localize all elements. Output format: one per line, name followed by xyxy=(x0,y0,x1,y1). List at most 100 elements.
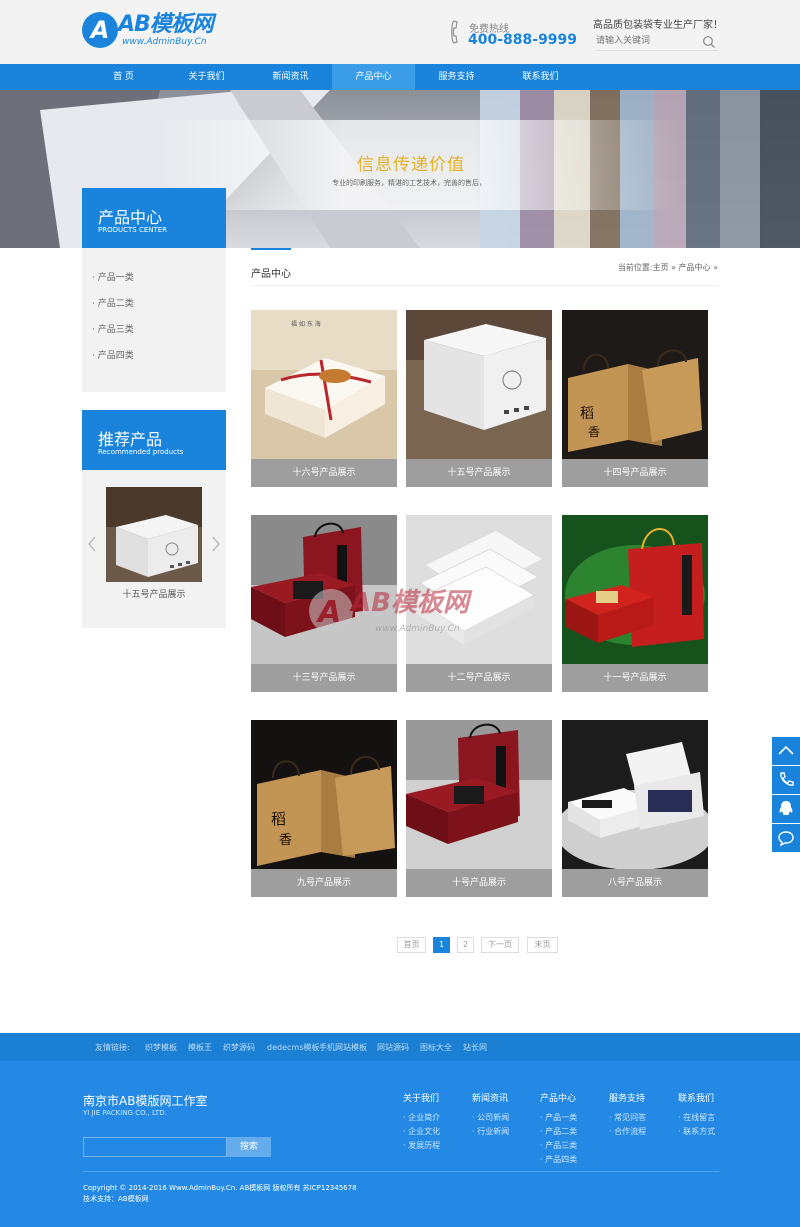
product-caption: 十六号产品展示 xyxy=(251,459,397,487)
banner-subtitle: 专业的印刷服务，精湛的工艺技术，完善的售后， xyxy=(332,179,486,187)
friend-link[interactable]: 织梦模板 xyxy=(145,1042,177,1053)
footer-search-button[interactable]: 搜索 xyxy=(227,1137,271,1157)
footer-link[interactable]: · 在线留言 xyxy=(678,1112,715,1126)
logo-mark: A xyxy=(82,12,118,48)
search-icon[interactable] xyxy=(702,35,716,49)
watermark-url: www.AdminBuy.Cn xyxy=(375,624,460,634)
footer-link-label: 企业文化 xyxy=(408,1127,441,1136)
product-caption: 十一号产品展示 xyxy=(562,664,708,692)
category-link-4[interactable]: · 产品四类 xyxy=(92,348,134,361)
svg-text:香: 香 xyxy=(588,425,600,439)
product-card-14[interactable]: 稻 香 十四号产品展示 xyxy=(562,310,708,487)
footer-search-input[interactable] xyxy=(83,1137,227,1157)
product-image: 福 如 东 海 xyxy=(251,310,397,459)
friend-link[interactable]: 模板王 xyxy=(188,1042,212,1053)
footer-link[interactable]: · 产品三类 xyxy=(540,1140,577,1154)
footer: 南京市AB模版网工作室 YI JIE PACKING CO., LTD. 搜索 … xyxy=(0,1061,800,1227)
footer-col-service: 服务支持 · 常见问答 · 合作流程 xyxy=(609,1091,646,1140)
chevron-up-icon xyxy=(778,745,794,755)
category-link-1[interactable]: · 产品一类 xyxy=(92,270,134,283)
message-button[interactable] xyxy=(772,824,800,852)
footer-link[interactable]: · 发展历程 xyxy=(403,1140,440,1154)
friend-links-label: 友情链接: xyxy=(95,1043,130,1052)
footer-link-label: 企业简介 xyxy=(408,1113,441,1122)
footer-search: 搜索 xyxy=(83,1137,271,1157)
footer-col-title: 服务支持 xyxy=(609,1094,646,1104)
footer-link-label: 在线留言 xyxy=(683,1113,716,1122)
category-panel-header: 产品中心 PRODUCTS CENTER xyxy=(82,188,226,248)
pager-last[interactable]: 末页 xyxy=(527,937,558,953)
company-name: 南京市AB模版网工作室 xyxy=(83,1094,208,1108)
category-title-en: PRODUCTS CENTER xyxy=(98,226,168,234)
footer-col-products: 产品中心 · 产品一类 · 产品二类 · 产品三类 · 产品四类 xyxy=(540,1091,577,1168)
recommend-product-image[interactable] xyxy=(106,487,202,582)
friend-link[interactable]: 网站源码 xyxy=(377,1042,409,1053)
nav-item-home[interactable]: 首 页 xyxy=(82,64,165,90)
friend-link[interactable]: 站长网 xyxy=(463,1042,487,1053)
friend-link[interactable]: 图标大全 xyxy=(420,1042,452,1053)
friend-link[interactable]: dedecms模板 xyxy=(267,1042,319,1053)
footer-link-label: 发展历程 xyxy=(408,1141,441,1150)
category-title: 产品中心 xyxy=(98,208,163,227)
product-card-11[interactable]: 十一号产品展示 xyxy=(562,515,708,692)
product-card-15[interactable]: 十五号产品展示 xyxy=(406,310,552,487)
category-link-2[interactable]: · 产品二类 xyxy=(92,296,134,309)
pager-first[interactable]: 首页 xyxy=(397,937,426,953)
chevron-right-icon[interactable] xyxy=(211,536,221,552)
category-link-label: 产品三类 xyxy=(97,325,134,335)
footer-link-label: 产品二类 xyxy=(545,1127,578,1136)
search-input[interactable] xyxy=(596,33,696,49)
footer-link[interactable]: · 企业文化 xyxy=(403,1126,440,1140)
watermark-logo: A AB模板网 www.AdminBuy.Cn xyxy=(309,588,473,634)
product-card-9[interactable]: 稻 香 九号产品展示 xyxy=(251,720,397,897)
pager-page-1[interactable]: 1 xyxy=(433,937,450,953)
header-search xyxy=(596,33,718,51)
hotline: 免费热线 400-888-9999 xyxy=(450,18,580,50)
category-link-3[interactable]: · 产品三类 xyxy=(92,322,134,335)
footer-link[interactable]: · 联系方式 xyxy=(678,1126,715,1140)
footer-link[interactable]: · 行业新闻 xyxy=(472,1126,509,1140)
header-slogan: 高品质包装袋专业生产厂家！ xyxy=(593,20,723,31)
product-card-10[interactable]: 十号产品展示 xyxy=(406,720,552,897)
logo-name: AB模板网 xyxy=(118,12,214,37)
pager-page-2[interactable]: 2 xyxy=(457,937,474,953)
product-card-16[interactable]: 福 如 东 海 十六号产品展示 xyxy=(251,310,397,487)
company-name-en: YI JIE PACKING CO., LTD. xyxy=(83,1109,167,1117)
recommend-caption[interactable]: 十五号产品展示 xyxy=(82,587,226,600)
footer-link[interactable]: · 公司新闻 xyxy=(472,1112,509,1126)
footer-link[interactable]: · 合作流程 xyxy=(609,1126,646,1140)
category-list: · 产品一类 · 产品二类 · 产品三类 · 产品四类 xyxy=(82,248,226,392)
nav-item-about[interactable]: 关于我们 xyxy=(165,64,248,90)
footer-link-label: 合作流程 xyxy=(614,1127,647,1136)
nav-item-products[interactable]: 产品中心 xyxy=(332,64,415,90)
chat-bubble-icon xyxy=(778,831,794,847)
category-link-label: 产品一类 xyxy=(97,273,134,283)
chevron-left-icon[interactable] xyxy=(87,536,97,552)
nav-item-news[interactable]: 新闻资讯 xyxy=(249,64,332,90)
product-caption: 十三号产品展示 xyxy=(251,664,397,692)
footer-link-label: 公司新闻 xyxy=(477,1113,510,1122)
friend-link[interactable]: 织梦源码 xyxy=(223,1042,255,1053)
phone-button[interactable] xyxy=(772,766,800,794)
recommend-title: 推荐产品 xyxy=(98,430,163,449)
footer-link[interactable]: · 企业简介 xyxy=(403,1112,440,1126)
footer-link[interactable]: · 常见问答 xyxy=(609,1112,646,1126)
banner-title: 信息传递价值 xyxy=(357,155,465,175)
category-link-label: 产品四类 xyxy=(97,351,134,361)
product-card-8[interactable]: 八号产品展示 xyxy=(562,720,708,897)
pager-next[interactable]: 下一页 xyxy=(481,937,519,953)
nav-item-contact[interactable]: 联系我们 xyxy=(499,64,582,90)
nav-item-service[interactable]: 服务支持 xyxy=(415,64,498,90)
footer-link-label: 常见问答 xyxy=(614,1113,647,1122)
back-to-top-button[interactable] xyxy=(772,737,800,765)
svg-text:稻: 稻 xyxy=(271,810,286,828)
content-header: 产品中心 当前位置:主页 » 产品中心 » xyxy=(251,248,718,286)
friend-link[interactable]: 手机网站模板 xyxy=(319,1042,367,1053)
floating-toolbar xyxy=(772,737,800,853)
svg-text:福 如 东 海: 福 如 东 海 xyxy=(291,320,321,328)
footer-link[interactable]: · 产品一类 xyxy=(540,1112,577,1126)
footer-link[interactable]: · 产品四类 xyxy=(540,1154,577,1168)
qq-button[interactable] xyxy=(772,795,800,823)
footer-link[interactable]: · 产品二类 xyxy=(540,1126,577,1140)
site-logo[interactable]: A AB模板网 www.AdminBuy.Cn xyxy=(82,12,232,50)
